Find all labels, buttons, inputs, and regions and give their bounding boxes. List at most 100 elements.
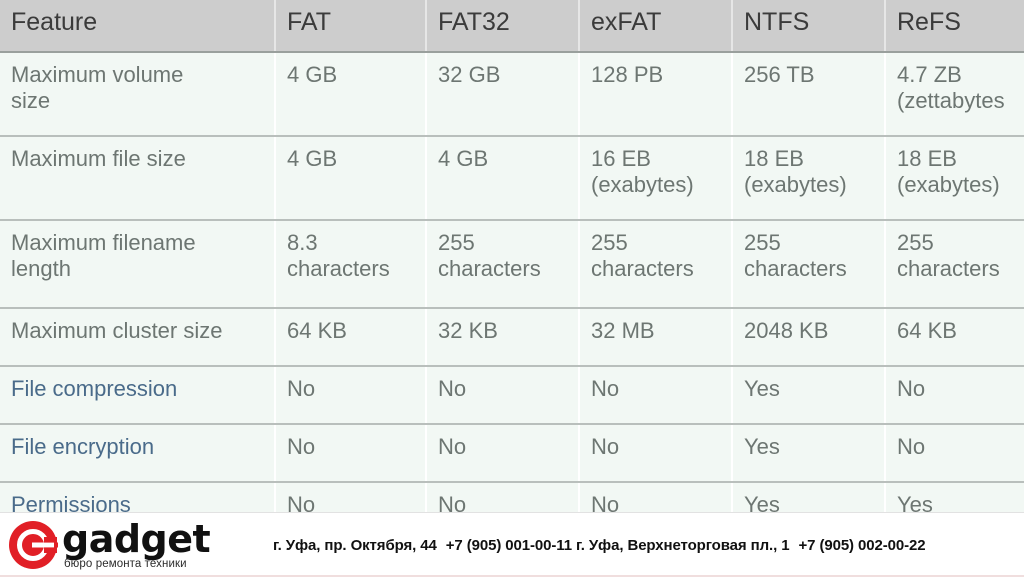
column-header-fat: FAT [275, 0, 427, 53]
feature-text-line1: Permissions [11, 492, 131, 512]
cell-value: 255 [744, 230, 781, 255]
row-feature-link-file-encryption[interactable]: File encryption [0, 424, 276, 483]
cell-value: No [438, 492, 467, 512]
brand-tagline: бюро ремонта техники [64, 557, 187, 570]
cell-value: No [591, 492, 620, 512]
cell-refs: 4.7 ZB (zettabytes [885, 52, 1024, 137]
cell-value: 255 [591, 230, 628, 255]
cell-value-note: characters [897, 256, 1000, 282]
cell-value: 4 GB [438, 146, 489, 171]
cell-value: 4 GB [287, 62, 338, 87]
cell-value-note: (exabytes) [591, 172, 694, 198]
cell-refs: 255 characters [885, 220, 1024, 309]
cell-value: No [897, 376, 926, 401]
cell-value: No [591, 434, 620, 459]
cell-fat32: 255 characters [426, 220, 580, 309]
cell-value: 32 KB [438, 318, 498, 343]
feature-text-line1: Maximum volume [11, 62, 184, 87]
table-row: Maximum cluster size 64 KB 32 KB 32 MB 2… [0, 308, 1024, 367]
cell-ntfs: Yes [732, 482, 886, 512]
cell-value-note: characters [591, 256, 694, 282]
cell-value-note: (zettabytes [897, 88, 1005, 114]
feature-text-line2: length [11, 256, 71, 282]
table-row: File encryption No No No Yes No [0, 424, 1024, 483]
cell-value: No [287, 376, 316, 401]
cell-value: 4 GB [287, 146, 338, 171]
cell-exfat: 255 characters [579, 220, 733, 309]
cell-ntfs: Yes [732, 424, 886, 483]
cell-value: No [897, 434, 926, 459]
cell-value: 18 EB [897, 146, 957, 171]
table-header-row: Feature FAT FAT32 exFAT NTFS ReFS [0, 0, 1024, 53]
cell-fat: No [275, 482, 427, 512]
cell-value: 64 KB [287, 318, 347, 343]
gadget-c-mark-icon [8, 520, 58, 570]
cell-fat: 8.3 characters [275, 220, 427, 309]
table-row: Maximum volume size 4 GB 32 GB 128 PB 25… [0, 52, 1024, 137]
contact-phone-1[interactable]: +7 (905) 001-00-11 [446, 537, 572, 554]
filesystem-comparison-table: Feature FAT FAT32 exFAT NTFS ReFS Maximu… [0, 0, 1024, 512]
column-header-feature: Feature [0, 0, 276, 53]
cell-value: Yes [744, 492, 780, 512]
feature-text-line1: Maximum file size [11, 146, 186, 171]
cell-value: 255 [897, 230, 934, 255]
cell-value-note: (exabytes) [897, 172, 1000, 198]
cell-value: 4.7 ZB [897, 62, 962, 87]
cell-refs: No [885, 424, 1024, 483]
filesystem-comparison-table-viewport: Feature FAT FAT32 exFAT NTFS ReFS Maximu… [0, 0, 1024, 512]
column-header-fat32: FAT32 [426, 0, 580, 53]
cell-ntfs: 256 TB [732, 52, 886, 137]
cell-fat: No [275, 424, 427, 483]
contact-address-1: г. Уфа, пр. Октября, 44 [273, 536, 437, 554]
cell-exfat: 128 PB [579, 52, 733, 137]
cell-ntfs: Yes [732, 366, 886, 425]
cell-value: No [287, 434, 316, 459]
cell-value-note: (exabytes) [744, 172, 847, 198]
cell-exfat: No [579, 482, 733, 512]
cell-exfat: No [579, 424, 733, 483]
cell-value: 16 EB [591, 146, 651, 171]
cell-exfat: 32 MB [579, 308, 733, 367]
cell-exfat: No [579, 366, 733, 425]
contact-phone-2[interactable]: +7 (905) 002-00-22 [798, 537, 925, 554]
cell-value: No [591, 376, 620, 401]
cell-ntfs: 18 EB (exabytes) [732, 136, 886, 221]
contact-banner: gadget бюро ремонта техники г. Уфа, пр. … [0, 512, 1024, 577]
cell-value: 2048 KB [744, 318, 829, 343]
brand-name: gadget [62, 516, 211, 561]
cell-value: 32 GB [438, 62, 501, 87]
cell-refs: Yes [885, 482, 1024, 512]
cell-ntfs: 255 characters [732, 220, 886, 309]
feature-text-line2: size [11, 88, 51, 114]
cell-value: No [438, 434, 467, 459]
table-row: File compression No No No Yes No [0, 366, 1024, 425]
feature-text-line1: File encryption [11, 434, 155, 459]
cell-value: Yes [744, 376, 780, 401]
row-feature-link-permissions[interactable]: Permissions [0, 482, 276, 512]
cell-refs: 18 EB (exabytes) [885, 136, 1024, 221]
cell-fat32: No [426, 424, 580, 483]
column-header-ntfs: NTFS [732, 0, 886, 53]
cell-fat: 64 KB [275, 308, 427, 367]
cell-fat: 4 GB [275, 136, 427, 221]
cell-value: 32 MB [591, 318, 655, 343]
cell-value: No [287, 492, 316, 512]
brand-logo[interactable]: gadget бюро ремонта техники [0, 513, 265, 577]
cell-value: 256 TB [744, 62, 815, 87]
table-row: Permissions No No No Yes Yes [0, 482, 1024, 512]
contact-info: г. Уфа, пр. Октября, 44 +7 (905) 001-00-1… [265, 537, 1024, 554]
cell-fat32: 32 KB [426, 308, 580, 367]
table-row: Maximum filename length 8.3 characters 2… [0, 220, 1024, 309]
cell-ntfs: 2048 KB [732, 308, 886, 367]
cell-value-note: characters [438, 256, 541, 282]
cell-fat32: No [426, 366, 580, 425]
feature-text-line1: Maximum cluster size [11, 318, 223, 343]
cell-fat32: 4 GB [426, 136, 580, 221]
cell-exfat: 16 EB (exabytes) [579, 136, 733, 221]
column-header-exfat: exFAT [579, 0, 733, 53]
table-row: Maximum file size 4 GB 4 GB 16 EB (exaby… [0, 136, 1024, 221]
cell-value: No [438, 376, 467, 401]
row-feature-link-file-compression[interactable]: File compression [0, 366, 276, 425]
cell-fat32: 32 GB [426, 52, 580, 137]
cell-value-note: characters [287, 256, 390, 282]
